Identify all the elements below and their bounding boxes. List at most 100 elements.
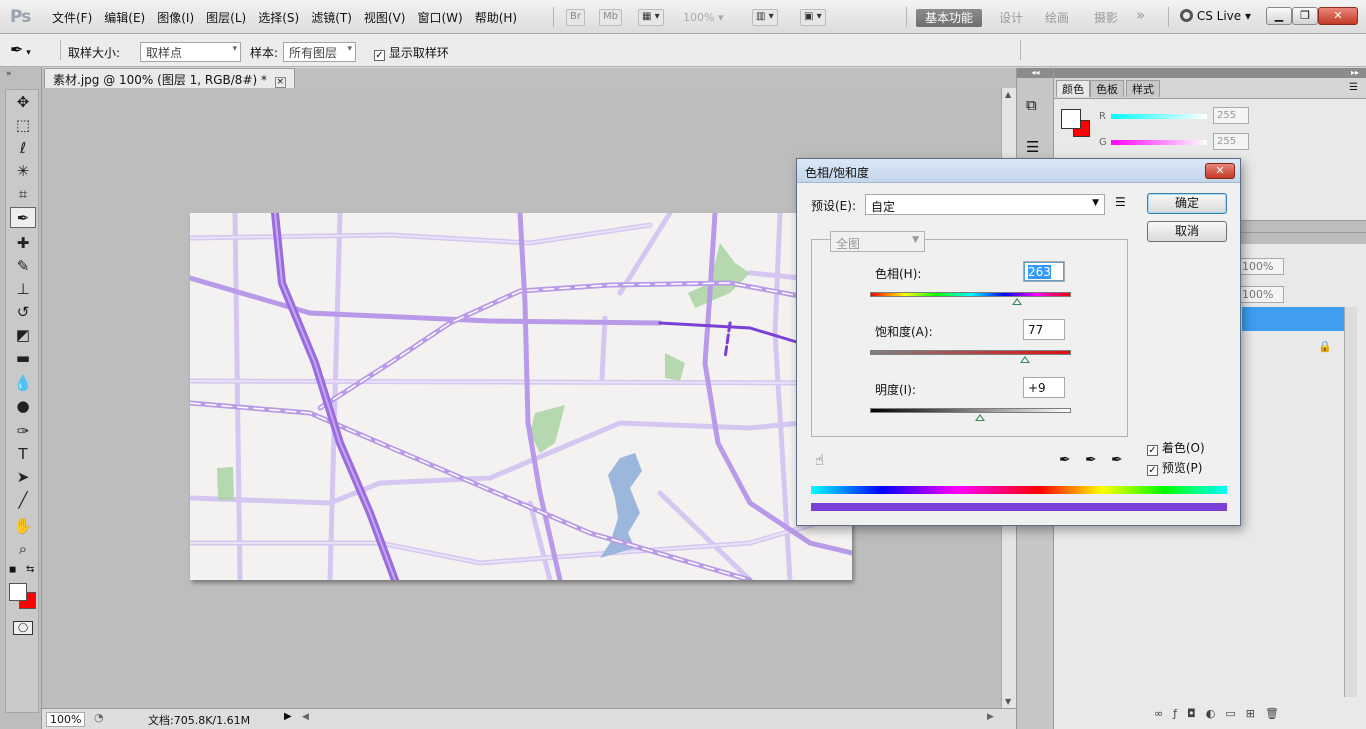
history-panel-icon[interactable]: ⧉ [1026,96,1037,114]
scroll-down-icon[interactable]: ▼ [1005,697,1011,706]
collapse-dock-icon[interactable]: ◂◂ [1017,68,1054,78]
preset-options-icon[interactable]: ☰ [1115,195,1126,209]
restore-button[interactable]: ❐ [1292,7,1318,25]
clone-stamp-tool-icon[interactable]: ⊥ [10,279,36,300]
menu-layer[interactable]: 图层(L) [200,9,252,26]
zoom-tool-icon[interactable]: ⌕ [10,539,36,560]
menu-select[interactable]: 选择(S) [252,9,305,26]
show-ring-checkbox[interactable]: ✓ 显示取样环 [374,44,449,61]
quick-mask-icon[interactable]: ◯ [13,621,33,635]
marquee-tool-icon[interactable]: ⬚ [10,115,36,136]
move-tool-icon[interactable]: ✥ [10,92,36,113]
color-foreground-swatch[interactable] [1061,109,1081,129]
line-tool-icon[interactable]: ╱ [10,490,36,511]
workspace-painting[interactable]: 绘画 [1045,9,1069,27]
lightness-slider-thumb[interactable] [974,414,985,421]
foreground-color-swatch[interactable] [9,583,27,601]
hscroll-left-icon[interactable]: ◀ [302,712,309,722]
arrange-documents-icon[interactable]: ▥ ▾ [752,9,778,26]
lightness-slider[interactable] [870,408,1071,413]
path-selection-tool-icon[interactable]: ➤ [10,467,36,488]
menu-file[interactable]: 文件(F) [46,9,98,26]
hue-value-field[interactable]: 263 [1023,261,1065,282]
menu-window[interactable]: 窗口(W) [411,9,468,26]
swap-colors-icon[interactable]: ⇆ [26,564,34,575]
scroll-up-icon[interactable]: ▲ [1005,90,1011,99]
bridge-button[interactable]: Br [566,9,585,26]
workspace-essentials[interactable]: 基本功能 [916,9,982,27]
hscroll-right-icon[interactable]: ▶ [987,712,994,722]
zoom-level-dropdown[interactable]: 100% ▾ [683,11,723,24]
status-zoom-field[interactable]: 100% [46,712,86,727]
targeted-adjustment-hand-icon[interactable]: ☝ [815,451,824,469]
eyedropper-preset-icon[interactable]: ✒ ▾ [10,40,31,59]
eraser-tool-icon[interactable]: ◩ [10,325,36,346]
history-brush-tool-icon[interactable]: ↺ [10,302,36,323]
pen-tool-icon[interactable]: ✑ [10,421,36,442]
eyedropper-minus-icon[interactable]: ✒ [1111,452,1123,468]
status-info-icon[interactable]: ◔ [94,711,104,724]
blur-tool-icon[interactable]: 💧 [10,373,36,394]
dialog-title-bar[interactable]: 色相/饱和度 ✕ [797,159,1240,183]
green-value-field[interactable]: 255 [1213,133,1249,150]
menu-view[interactable]: 视图(V) [358,9,412,26]
more-workspaces-icon[interactable]: » [1136,6,1145,24]
actions-panel-icon[interactable]: ☰ [1026,138,1039,156]
eyedropper-plus-icon[interactable]: ✒ [1085,452,1097,468]
collapse-panels-icon[interactable]: ▸▸ [1054,68,1366,78]
tab-swatches[interactable]: 色板 [1090,80,1124,97]
mini-bridge-button[interactable]: Mb [599,9,622,26]
green-slider[interactable] [1111,140,1207,145]
cancel-button[interactable]: 取消 [1147,221,1227,242]
hand-tool-icon[interactable]: ✋ [10,516,36,537]
collapse-panel-icon[interactable]: » [6,69,12,79]
extras-icon[interactable]: ▦ ▾ [638,9,664,26]
workspace-design[interactable]: 设计 [999,9,1023,27]
opacity-field[interactable]: 100% [1238,258,1284,275]
hue-slider-thumb[interactable] [1011,298,1022,305]
tab-color[interactable]: 颜色 [1056,80,1090,97]
screen-mode-icon[interactable]: ▣ ▾ [800,9,826,26]
red-value-field[interactable]: 255 [1213,107,1249,124]
ok-button[interactable]: 确定 [1147,193,1227,214]
layers-scrollbar[interactable] [1344,307,1357,697]
preset-select[interactable]: 自定 ▼ [865,194,1105,215]
channel-select[interactable]: 全图 ▼ [830,231,925,252]
gradient-tool-icon[interactable]: ▬ [10,348,36,369]
saturation-slider[interactable] [870,350,1071,355]
lightness-value-field[interactable]: +9 [1023,377,1065,398]
sample-size-select[interactable]: 取样点 ▾ [140,42,241,62]
layers-footer-icons[interactable]: ∞ƒ◘◐▭⊞🗑 [1154,707,1289,720]
close-tab-icon[interactable]: × [274,77,286,88]
dialog-close-button[interactable]: ✕ [1205,163,1235,179]
menu-help[interactable]: 帮助(H) [469,9,523,26]
close-window-button[interactable]: ✕ [1318,7,1358,25]
brush-tool-icon[interactable]: ✎ [10,256,36,277]
saturation-value-field[interactable]: 77 [1023,319,1065,340]
selected-layer-row[interactable] [1242,307,1344,331]
healing-brush-tool-icon[interactable]: ✚ [10,233,36,254]
preview-checkbox[interactable]: ✓ 预览(P) [1147,459,1202,476]
eyedropper-tool-icon[interactable]: ✒ [10,207,36,228]
hue-slider[interactable] [870,292,1071,297]
type-tool-icon[interactable]: T [10,444,36,465]
crop-tool-icon[interactable]: ⌗ [10,184,36,205]
tab-styles[interactable]: 样式 [1126,80,1160,97]
menu-edit[interactable]: 编辑(E) [98,9,151,26]
panel-menu-icon[interactable]: ☰ [1349,82,1358,93]
workspace-photography[interactable]: 摄影 [1094,9,1118,27]
saturation-slider-thumb[interactable] [1019,356,1030,363]
red-slider[interactable] [1111,114,1207,119]
eyedropper-icon[interactable]: ✒ [1059,452,1071,468]
status-menu-arrow-icon[interactable]: ▶ [284,711,292,722]
fill-field[interactable]: 100% [1238,286,1284,303]
quick-selection-tool-icon[interactable]: ✳ [10,161,36,182]
minimize-button[interactable]: ▁ [1266,7,1292,25]
document-tab[interactable]: 素材.jpg @ 100% (图层 1, RGB/8#) * × [44,68,295,88]
lasso-tool-icon[interactable]: ℓ [10,138,36,159]
sample-select[interactable]: 所有图层 ▾ [283,42,356,62]
menu-image[interactable]: 图像(I) [151,9,200,26]
colorize-checkbox[interactable]: ✓ 着色(O) [1147,439,1205,456]
cs-live-menu[interactable]: CS Live ▾ [1180,9,1251,23]
dodge-tool-icon[interactable]: ● [10,396,36,417]
